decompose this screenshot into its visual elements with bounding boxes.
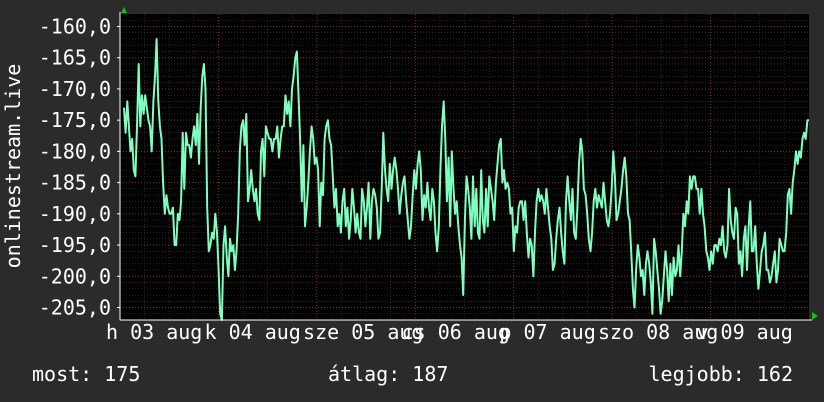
y-tick-label: -200,0 xyxy=(39,264,111,288)
y-tick-label: -175,0 xyxy=(39,108,111,132)
y-tick-label: -170,0 xyxy=(39,77,111,101)
x-tick-label: k 04 aug xyxy=(205,320,301,344)
y-tick-label: -185,0 xyxy=(39,171,111,195)
stat-current: most: 175 xyxy=(32,362,141,386)
stat-average: átlag: 187 xyxy=(328,362,449,386)
x-tick-label: p 07 aug xyxy=(499,320,595,344)
y-axis-ticks: -160,0 -165,0 -170,0 -175,0 -180,0 -185,0 -190… xyxy=(39,14,120,320)
x-tick-label: h 03 aug xyxy=(106,320,202,344)
line-chart: -160,0 -165,0 -170,0 -175,0 -180,0 -185,0 -190… xyxy=(39,7,818,344)
stat-best: legjobb: 162 xyxy=(648,362,794,386)
y-axis-label-wrap: onlinestream.live xyxy=(0,0,26,320)
y-tick-label: -165,0 xyxy=(39,46,111,70)
x-tick-label: v 09 aug xyxy=(696,320,792,344)
y-tick-label: -180,0 xyxy=(39,139,111,163)
y-tick-label: -195,0 xyxy=(39,233,111,257)
y-axis-label: onlinestream.live xyxy=(1,63,25,269)
stats-bar: most: 175 átlag: 187 legjobb: 162 xyxy=(0,362,824,390)
x-axis-ticks: h 03 aug k 04 aug sze 05 augcs 06 augp 07 … xyxy=(106,320,793,344)
y-tick-label: -190,0 xyxy=(39,202,111,226)
x-tick-label: cs 06 aug xyxy=(402,320,510,344)
y-tick-label: -205,0 xyxy=(39,296,111,320)
y-axis-arrow-icon xyxy=(121,7,127,13)
y-tick-label: -160,0 xyxy=(39,14,111,38)
x-axis-arrow-icon xyxy=(812,312,818,320)
